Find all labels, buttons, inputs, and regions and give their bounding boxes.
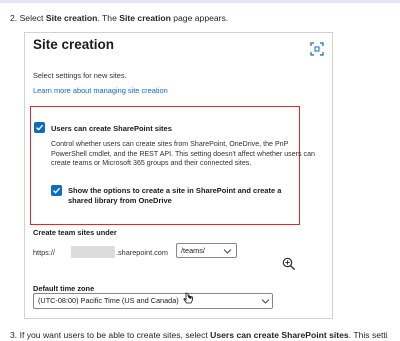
checkmark-icon [36,124,44,131]
users-can-create-checkbox[interactable] [34,122,45,133]
learn-more-link[interactable]: Learn more about managing site creation [33,86,168,95]
cursor-icon [183,292,193,304]
control-description: Control whether users can create sites f… [51,140,315,168]
step-number: 3. [10,330,18,340]
url-domain: .sharepoint.com [116,248,168,257]
step-bold-text: Users can create SharePoint sites [210,330,349,340]
chevron-down-icon [223,249,232,254]
step-text: If you want users to be able to create s… [19,330,208,340]
teams-path-value: /teams/ [181,246,205,255]
step-text: . This setti [348,330,388,340]
panel-title: Site creation [33,37,115,52]
settings-description: Select settings for new sites. [33,71,127,80]
step-text: Select [19,13,44,23]
step-bold-text: Site creation [45,13,98,23]
show-options-checkbox[interactable] [51,185,62,196]
teams-path-dropdown[interactable]: /teams/ [176,243,237,258]
step-text: . The [97,13,117,23]
step-text: page appears. [173,13,229,23]
top-bar [0,0,400,3]
step-2-instruction: 2. Select Site creation. The Site creati… [10,13,228,23]
checkmark-icon [53,187,61,194]
redacted-tenant-name [71,246,115,258]
site-creation-panel: Site creation Select settings for new si… [24,32,333,319]
url-prefix: https:// [33,248,55,257]
users-can-create-label[interactable]: Users can create SharePoint sites [51,124,172,133]
step-3-instruction: 3. If you want users to be able to creat… [10,330,388,340]
chevron-down-icon [261,299,270,304]
step-number: 2. [10,13,18,23]
show-options-label[interactable]: Show the options to create a site in Sha… [68,186,304,206]
time-zone-value: (UTC-08:00) Pacific Time (US and Canada) [38,296,179,305]
default-time-zone-label: Default time zone [33,284,95,293]
expand-icon[interactable] [310,42,324,56]
time-zone-dropdown[interactable]: (UTC-08:00) Pacific Time (US and Canada) [33,293,273,309]
step-bold-text: Site creation [119,13,171,23]
create-team-sites-label: Create team sites under [33,228,117,237]
zoom-in-icon[interactable] [282,257,296,271]
